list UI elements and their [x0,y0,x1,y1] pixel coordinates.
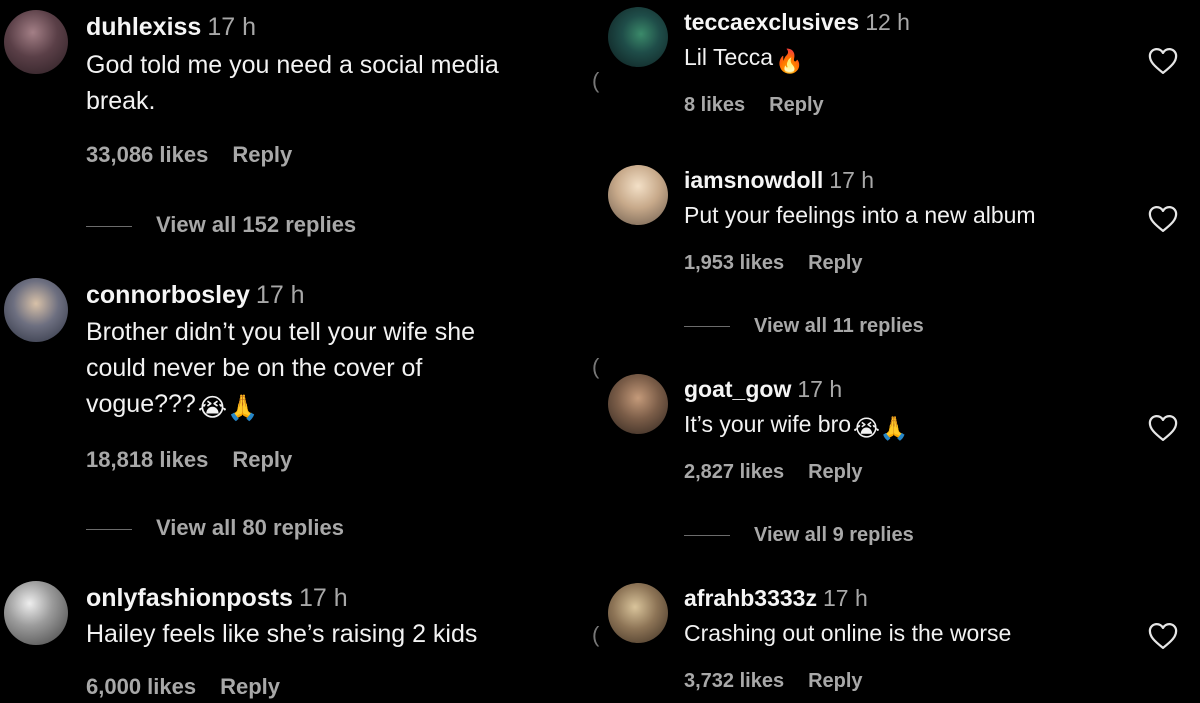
comment-text-segment: It’s your wife bro [684,411,852,437]
comment-text-line: God told me you need a social media [86,51,499,79]
view-replies-button[interactable]: View all 80 replies [86,515,344,541]
crying-praying-emoji: 😭🙏 [197,393,259,422]
comment-time: 17 h [797,376,843,402]
view-replies-label: View all 80 replies [156,515,344,540]
comment-text-line: Put your feelings into a new album [684,202,1036,228]
view-replies-button[interactable]: View all 152 replies [86,212,356,238]
comments-screen: duhlexiss 17 h God told me you need a soc… [0,0,1200,703]
reply-button[interactable]: Reply [769,94,823,116]
comment-text-line: Crashing out online is the worse [684,620,1012,646]
comment-text-line: break. [86,87,156,115]
comment-meta: 8 likes Reply [684,94,824,117]
comment-username[interactable]: connorbosley [86,281,250,309]
avatar[interactable] [608,583,668,643]
replies-divider [86,528,132,530]
fire-emoji: 🔥 [775,49,804,75]
replies-divider [684,326,730,328]
cropped-heart-edge: ( [592,354,600,379]
comment-username[interactable]: teccaexclusives [684,9,859,35]
comment-text-line: Hailey feels like she’s raising 2 kids [86,620,478,648]
comment-text: Lil Tecca🔥 [684,42,804,77]
like-count[interactable]: 33,086 likes [86,142,208,167]
like-count[interactable]: 3,732 likes [684,670,784,692]
cropped-heart-edge: ( [592,68,600,93]
like-count[interactable]: 2,827 likes [684,461,784,483]
comment-header: onlyfashionposts 17 h [86,583,348,613]
comment-username[interactable]: iamsnowdoll [684,167,823,193]
crying-praying-emoji: 😭🙏 [853,416,909,442]
comment-time: 17 h [298,584,348,612]
comment-text: Put your feelings into a new album [684,200,1036,230]
view-replies-label: View all 9 replies [754,524,914,546]
reply-button[interactable]: Reply [808,252,862,274]
comment-text: It’s your wife bro😭🙏 [684,409,909,444]
comment-header: teccaexclusives 12 h [684,8,910,36]
comment-text: Crashing out online is the worse [684,618,1011,648]
heart-outline-icon[interactable] [1148,622,1178,650]
avatar[interactable] [4,278,68,342]
like-count[interactable]: 1,953 likes [684,252,784,274]
comment-username[interactable]: duhlexiss [86,13,201,41]
comment-time: 17 h [822,585,868,611]
avatar[interactable] [608,7,668,67]
comment-time: 12 h [865,9,910,35]
heart-outline-icon[interactable] [1148,205,1178,233]
comment-header: duhlexiss 17 h [86,12,256,42]
view-replies-button[interactable]: View all 11 replies [684,315,924,338]
avatar[interactable] [4,581,68,645]
comment-meta: 1,953 likes Reply [684,252,863,275]
comment-time: 17 h [829,167,875,193]
cropped-heart-edge: ( [592,622,600,647]
reply-button[interactable]: Reply [232,447,292,472]
reply-button[interactable]: Reply [808,670,862,692]
comment-username[interactable]: goat_gow [684,376,791,402]
like-count[interactable]: 18,818 likes [86,447,208,472]
comment-text-line: vogue???😭🙏 [86,386,475,426]
avatar[interactable] [608,165,668,225]
reply-button[interactable]: Reply [220,674,280,699]
comment-text: Hailey feels like she’s raising 2 kids [86,616,477,652]
comment-time: 17 h [255,281,305,309]
like-count[interactable]: 8 likes [684,94,745,116]
view-replies-button[interactable]: View all 9 replies [684,524,914,547]
avatar[interactable] [608,374,668,434]
view-replies-label: View all 152 replies [156,212,357,237]
comment-header: iamsnowdoll 17 h [684,166,874,194]
comment-meta: 18,818 likes Reply [86,447,292,473]
like-count[interactable]: 6,000 likes [86,674,196,699]
comment-meta: 2,827 likes Reply [684,461,863,484]
heart-outline-icon[interactable] [1148,414,1178,442]
avatar[interactable] [4,10,68,74]
comment-text-segment: Lil Tecca [684,44,774,70]
reply-button[interactable]: Reply [232,142,292,167]
comment-meta: 3,732 likes Reply [684,670,863,693]
comment-meta: 6,000 likes Reply [86,674,280,700]
replies-divider [86,225,132,227]
view-replies-label: View all 11 replies [754,315,924,337]
comment-header: connorbosley 17 h [86,280,305,310]
right-comment-column: teccaexclusives 12 h Lil Tecca🔥 8 likes Re… [604,0,1200,703]
replies-divider [684,535,730,537]
heart-outline-icon[interactable] [1148,47,1178,75]
comment-text-line: could never be on the cover of [86,354,423,382]
comment-meta: 33,086 likes Reply [86,142,292,168]
comment-text-segment: vogue??? [86,390,196,418]
comment-time: 17 h [207,13,256,41]
reply-button[interactable]: Reply [808,461,862,483]
comment-text: God told me you need a social media brea… [86,47,499,119]
comment-username[interactable]: afrahb3333z [684,585,817,611]
comment-text: Brother didn’t you tell your wife she co… [86,314,475,426]
left-comment-column: duhlexiss 17 h God told me you need a soc… [0,0,600,703]
comment-header: afrahb3333z 17 h [684,584,868,612]
comment-text-line: Brother didn’t you tell your wife she [86,318,476,346]
comment-header: goat_gow 17 h [684,375,842,403]
comment-username[interactable]: onlyfashionposts [86,584,293,612]
